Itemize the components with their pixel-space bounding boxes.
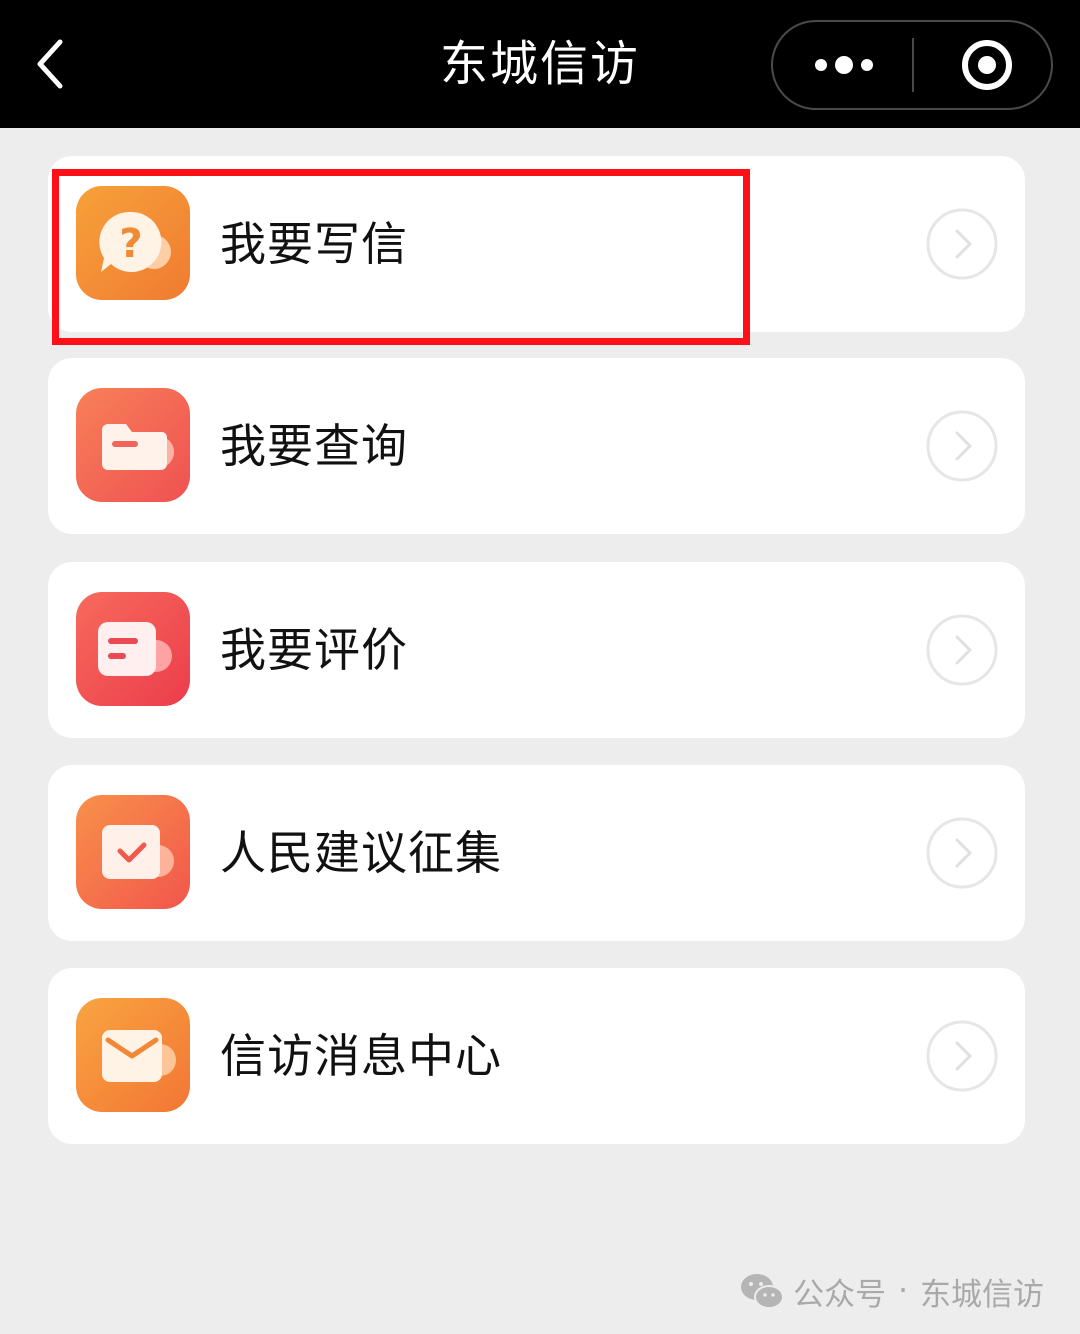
target-close-icon: [962, 40, 1012, 90]
mail-icon: [76, 998, 190, 1112]
close-button[interactable]: [914, 22, 1053, 108]
wechat-icon: [741, 1274, 785, 1309]
menu-item-suggestion-collection[interactable]: 人民建议征集: [48, 765, 1025, 941]
source-watermark: 公众号 · 东城信访: [739, 1266, 1044, 1316]
top-navigation-bar: 东城信访: [0, 0, 1080, 128]
mini-program-capsule: [771, 20, 1053, 110]
comment-icon: [76, 592, 190, 706]
highlight-annotation: [52, 169, 750, 345]
chevron-right-circle-icon: [926, 817, 998, 889]
menu-item-query[interactable]: 我要查询: [48, 358, 1025, 534]
watermark-source: 公众号: [793, 1276, 887, 1313]
more-dots-icon: [815, 56, 873, 74]
chevron-right-circle-icon: [926, 1020, 998, 1092]
checkbox-icon: [76, 795, 190, 909]
menu-item-label: 信访消息中心: [220, 1029, 502, 1083]
watermark-separator: ·: [898, 1273, 908, 1309]
watermark-account: 东城信访: [920, 1276, 1044, 1313]
menu-item-evaluate[interactable]: 我要评价: [48, 562, 1025, 738]
menu-item-message-center[interactable]: 信访消息中心: [48, 968, 1025, 1144]
chevron-right-circle-icon: [926, 208, 998, 280]
chevron-right-circle-icon: [926, 614, 998, 686]
menu-item-label: 我要评价: [220, 623, 408, 677]
folder-icon: [76, 388, 190, 502]
more-button[interactable]: [773, 22, 913, 108]
menu-item-label: 人民建议征集: [220, 826, 502, 880]
chevron-right-circle-icon: [926, 410, 998, 482]
menu-item-label: 我要查询: [220, 419, 408, 473]
